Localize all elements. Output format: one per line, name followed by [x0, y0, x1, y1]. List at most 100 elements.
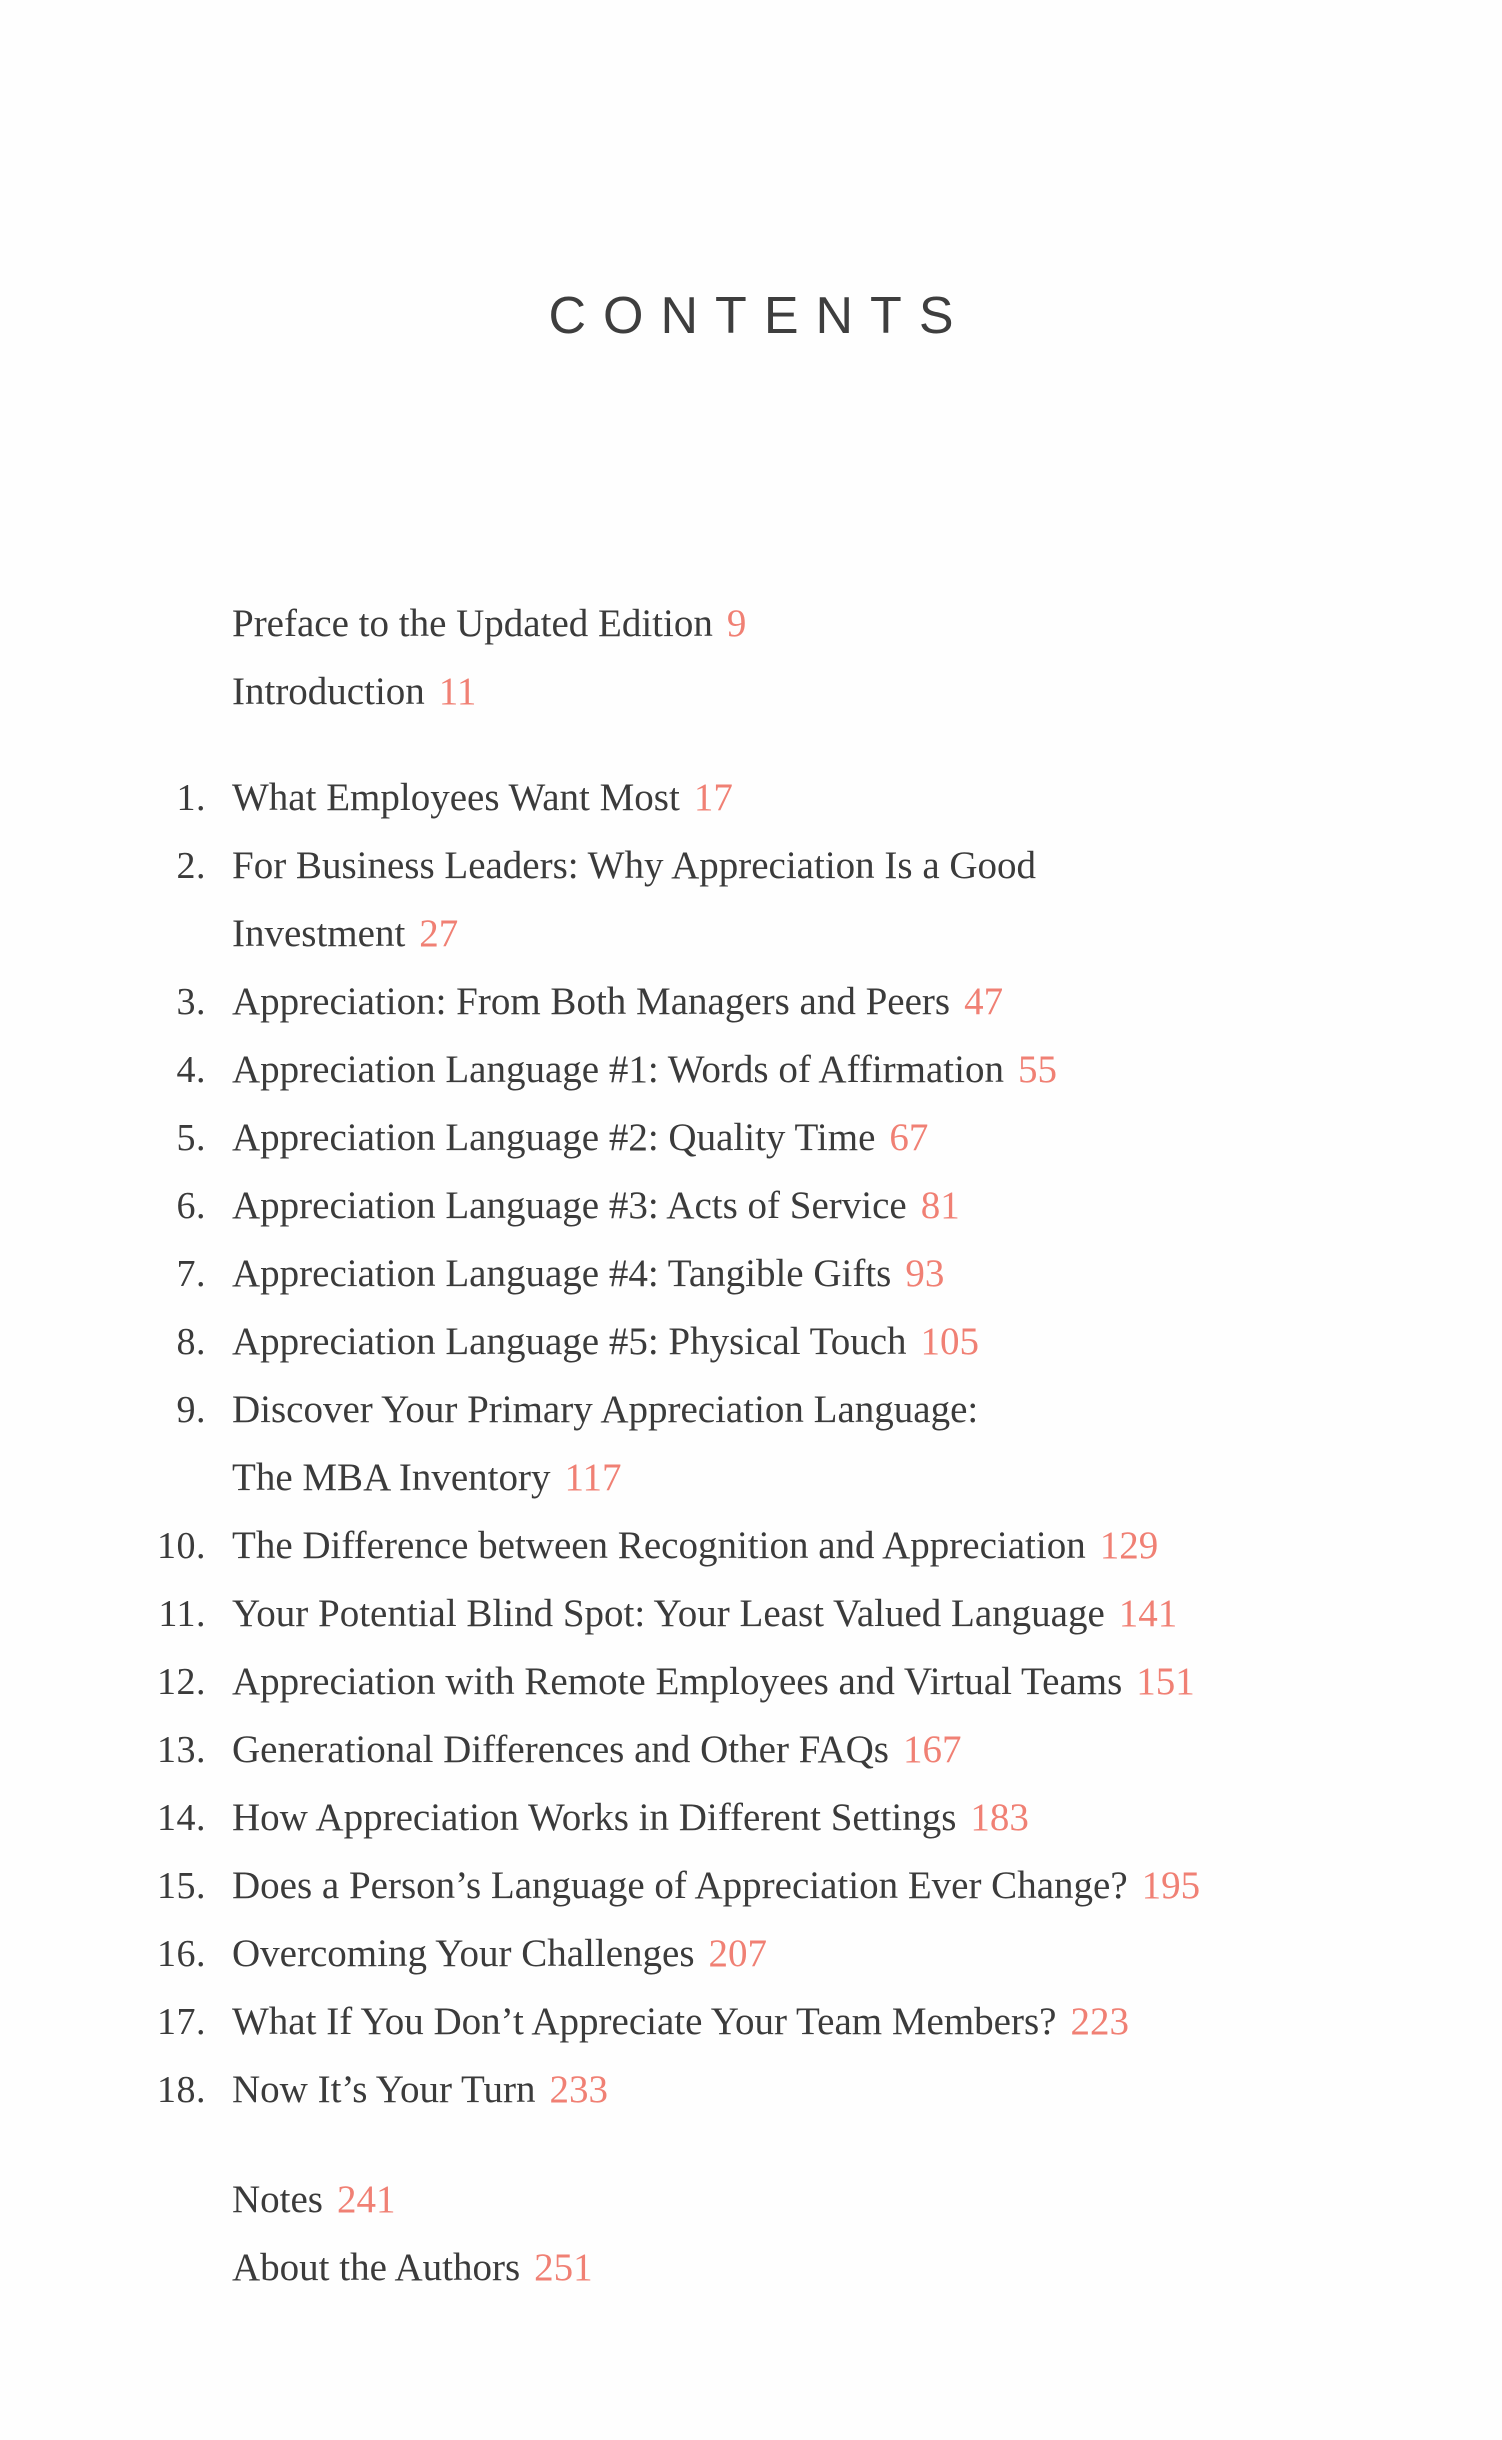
entry-title-column: Your Potential Blind Spot: Your Least Va… — [206, 1580, 1177, 1648]
entry-title: Appreciation Language #1: Words of Affir… — [232, 1048, 1004, 1091]
toc-entry-chapter[interactable]: 3. Appreciation: From Both Managers and P… — [0, 968, 1502, 1036]
chapter-number: 1. — [176, 777, 206, 819]
entry-title-column: The MBA Inventory 117 — [232, 1444, 622, 1512]
chapter-group: 1. What Employees Want Most 17 2. For Busine… — [0, 764, 1502, 2124]
entry-title-column: Appreciation Language #2: Quality Time 67 — [206, 1104, 928, 1172]
toc-entry-chapter[interactable]: 9. Discover Your Primary Appreciation Lan… — [0, 1376, 1502, 1444]
toc-entry-chapter[interactable]: 14. How Appreciation Works in Different S… — [0, 1784, 1502, 1852]
chapter-number: 10. — [157, 1525, 206, 1567]
entry-page-number: 27 — [419, 912, 459, 955]
entry-title-column: Appreciation with Remote Employees and V… — [206, 1648, 1195, 1716]
entry-title-column: Does a Person’s Language of Appreciation… — [206, 1852, 1200, 1920]
entry-title-column: Appreciation Language #1: Words of Affir… — [206, 1036, 1057, 1104]
toc-entry-chapter[interactable]: 17. What If You Don’t Appreciate Your Tea… — [0, 1988, 1502, 2056]
entry-page-number: 233 — [549, 2068, 608, 2111]
toc-entry-chapter[interactable]: 13. Generational Differences and Other FA… — [0, 1716, 1502, 1784]
entry-page-number: 241 — [337, 2178, 396, 2221]
chapter-number: 7. — [176, 1253, 206, 1295]
entry-title: Notes — [232, 2178, 323, 2221]
toc-entry-chapter[interactable]: 12. Appreciation with Remote Employees an… — [0, 1648, 1502, 1716]
entry-page-number: 47 — [964, 980, 1004, 1023]
entry-title: What Employees Want Most — [232, 776, 680, 819]
toc-entry-chapter-continuation[interactable]: Investment 27 — [0, 900, 1502, 968]
toc-entry-chapter[interactable]: 6. Appreciation Language #3: Acts of Serv… — [0, 1172, 1502, 1240]
chapter-number: 2. — [176, 845, 206, 887]
toc-entry-chapter[interactable]: 7. Appreciation Language #4: Tangible Gif… — [0, 1240, 1502, 1308]
toc-entry-front-matter[interactable]: Introduction 11 — [0, 658, 1502, 726]
entry-page-number: 129 — [1099, 1524, 1159, 1567]
back-matter-group: Notes 241 About the Authors 251 — [0, 2166, 1502, 2302]
entry-title: About the Authors — [232, 2246, 521, 2289]
entry-title: Your Potential Blind Spot: Your Least Va… — [232, 1592, 1105, 1635]
entry-title: For Business Leaders: Why Appreciation I… — [232, 844, 1037, 887]
entry-title: Appreciation Language #3: Acts of Servic… — [232, 1184, 907, 1227]
toc-entry-chapter[interactable]: 1. What Employees Want Most 17 — [0, 764, 1502, 832]
entry-page-number: 251 — [534, 2246, 593, 2289]
entry-page-number: 9 — [726, 602, 747, 645]
toc-entry-chapter[interactable]: 8. Appreciation Language #5: Physical Tou… — [0, 1308, 1502, 1376]
toc-entry-chapter[interactable]: 4. Appreciation Language #1: Words of Aff… — [0, 1036, 1502, 1104]
chapter-number: 5. — [176, 1117, 206, 1159]
toc-entry-back-matter[interactable]: About the Authors 251 — [0, 2234, 1502, 2302]
toc-entry-chapter[interactable]: 5. Appreciation Language #2: Quality Time… — [0, 1104, 1502, 1172]
entry-title-column: What Employees Want Most 17 — [206, 764, 733, 832]
entry-page-number: 93 — [905, 1252, 945, 1295]
entry-title-column: About the Authors 251 — [232, 2234, 593, 2302]
entry-page-number: 55 — [1017, 1048, 1057, 1091]
entry-page-number: 151 — [1136, 1660, 1195, 1703]
entry-title-column: Introduction 11 — [232, 658, 476, 726]
entry-page-number: 81 — [920, 1184, 960, 1227]
entry-page-number: 17 — [693, 776, 733, 819]
entry-title-column: Appreciation: From Both Managers and Pee… — [206, 968, 1003, 1036]
chapter-number: 18. — [157, 2069, 206, 2111]
entry-page-number: 117 — [564, 1456, 622, 1499]
entry-page-number: 67 — [889, 1116, 929, 1159]
toc-entry-chapter[interactable]: 15. Does a Person’s Language of Appreciat… — [0, 1852, 1502, 1920]
chapter-number: 8. — [176, 1321, 206, 1363]
entry-title: Introduction — [232, 670, 425, 713]
toc-entry-chapter[interactable]: 11. Your Potential Blind Spot: Your Least… — [0, 1580, 1502, 1648]
toc-entry-chapter[interactable]: 18. Now It’s Your Turn 233 — [0, 2056, 1502, 2124]
entry-title: Investment — [232, 912, 406, 955]
chapter-number: 4. — [176, 1049, 206, 1091]
toc-entry-chapter-continuation[interactable]: The MBA Inventory 117 — [0, 1444, 1502, 1512]
toc-entry-chapter[interactable]: 2. For Business Leaders: Why Appreciation… — [0, 832, 1502, 900]
toc-entry-chapter[interactable]: 10. The Difference between Recognition an… — [0, 1512, 1502, 1580]
entry-page-number: 141 — [1118, 1592, 1178, 1635]
entry-page-number: 207 — [708, 1932, 768, 1975]
entry-title-column: What If You Don’t Appreciate Your Team M… — [206, 1988, 1129, 2056]
toc-page: CONTENTS Preface to the Updated Edition 9… — [0, 0, 1502, 2440]
chapter-number: 14. — [157, 1797, 206, 1839]
toc-entry-front-matter[interactable]: Preface to the Updated Edition 9 — [0, 590, 1502, 658]
chapter-number: 9. — [176, 1389, 206, 1431]
entry-title-column: For Business Leaders: Why Appreciation I… — [206, 832, 1036, 900]
chapter-number: 3. — [176, 981, 206, 1023]
entry-title: Overcoming Your Challenges — [232, 1932, 695, 1975]
entry-title-column: Discover Your Primary Appreciation Langu… — [206, 1376, 978, 1444]
entry-title-column: Preface to the Updated Edition 9 — [232, 590, 746, 658]
entry-title-column: Appreciation Language #4: Tangible Gifts… — [206, 1240, 944, 1308]
page-title: CONTENTS — [548, 287, 971, 345]
entry-page-number: 195 — [1141, 1864, 1201, 1907]
entry-page-number: 223 — [1070, 2000, 1129, 2043]
entry-title-column: Appreciation Language #3: Acts of Servic… — [206, 1172, 960, 1240]
entry-title-column: The Difference between Recognition and A… — [206, 1512, 1158, 1580]
entry-page-number: 167 — [902, 1728, 962, 1771]
entry-title: Appreciation Language #5: Physical Touch — [232, 1320, 907, 1363]
chapter-number: 17. — [157, 2001, 206, 2043]
front-matter-group: Preface to the Updated Edition 9 Introduct… — [0, 590, 1502, 726]
toc-entry-back-matter[interactable]: Notes 241 — [0, 2166, 1502, 2234]
chapter-number: 13. — [157, 1729, 206, 1771]
entry-title: The Difference between Recognition and A… — [232, 1524, 1086, 1567]
entry-title: Now It’s Your Turn — [232, 2068, 536, 2111]
entry-title-column: Investment 27 — [232, 900, 458, 968]
entry-title: The MBA Inventory — [232, 1456, 551, 1499]
entry-page-number: 105 — [920, 1320, 980, 1363]
toc-entry-chapter[interactable]: 16. Overcoming Your Challenges 207 — [0, 1920, 1502, 1988]
entry-title-column: Overcoming Your Challenges 207 — [206, 1920, 767, 1988]
entry-title: Preface to the Updated Edition — [232, 602, 713, 645]
entry-title: Appreciation with Remote Employees and V… — [232, 1660, 1123, 1703]
chapter-number: 11. — [158, 1593, 206, 1635]
entry-title: Appreciation Language #2: Quality Time — [232, 1116, 876, 1159]
entry-page-number: 183 — [970, 1796, 1029, 1839]
